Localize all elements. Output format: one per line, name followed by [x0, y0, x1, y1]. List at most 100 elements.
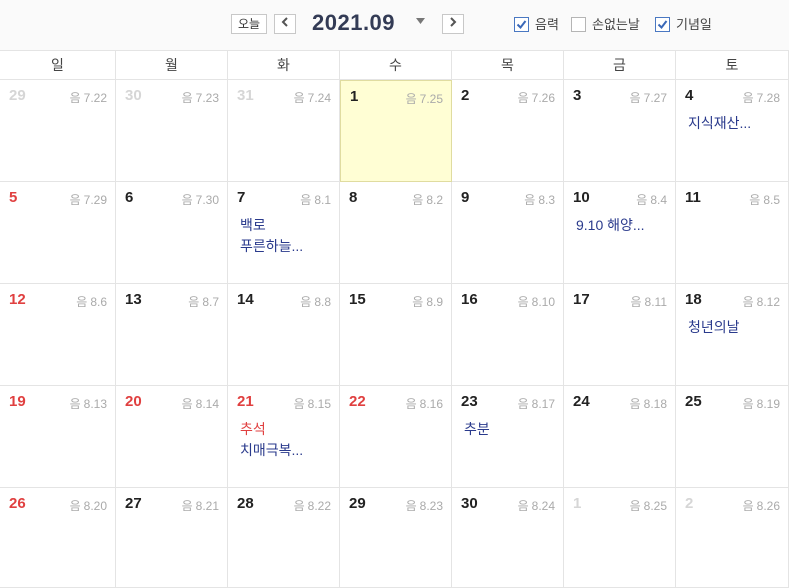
- lunar-date: 음 8.11: [630, 293, 667, 310]
- lunar-date: 음 8.19: [743, 395, 780, 412]
- day-cell[interactable]: 4 음 7.28 지식재산...: [676, 80, 789, 182]
- lunar-prefix: 음: [76, 295, 88, 309]
- today-button[interactable]: 오늘: [231, 14, 267, 34]
- lunar-prefix: 음: [293, 91, 305, 105]
- lunar-value: 8.17: [531, 397, 555, 411]
- weekday-wed: 수: [340, 51, 452, 79]
- weekday-sat: 토: [676, 51, 789, 79]
- day-cell[interactable]: 17 음 8.11: [564, 284, 676, 386]
- day-cell[interactable]: 27 음 8.21: [116, 488, 228, 588]
- day-cell[interactable]: 21 음 8.15 추석 치매극복...: [228, 386, 340, 488]
- lunar-value: 8.9: [426, 295, 443, 309]
- option-anniversary[interactable]: 기념일: [655, 17, 725, 35]
- day-cell[interactable]: 28 음 8.22: [228, 488, 340, 588]
- day-cell[interactable]: 14 음 8.8: [228, 284, 340, 386]
- anniversary-checkbox[interactable]: [655, 17, 670, 32]
- lunar-date: 음 8.22: [294, 497, 331, 514]
- day-cell[interactable]: 6 음 7.30: [116, 182, 228, 284]
- calendar-event[interactable]: 지식재산...: [688, 113, 751, 133]
- day-number: 2: [685, 495, 694, 512]
- day-cell[interactable]: 8 음 8.2: [340, 182, 452, 284]
- day-cell[interactable]: 1 음 8.25: [564, 488, 676, 588]
- calendar-toolbar: 오늘 2021.09 음력 손없는날 기념일: [0, 0, 789, 51]
- lunar-value: 7.25: [419, 92, 443, 106]
- day-cell[interactable]: 10 음 8.4 9.10 해양...: [564, 182, 676, 284]
- day-cell[interactable]: 7 음 8.1 백로 푸른하늘...: [228, 182, 340, 284]
- day-cell[interactable]: 2 음 8.26: [676, 488, 789, 588]
- lunar-value: 8.15: [307, 397, 331, 411]
- day-cell[interactable]: 18 음 8.12 청년의날: [676, 284, 789, 386]
- day-number: 13: [125, 291, 142, 308]
- lunar-date: 음 8.3: [524, 191, 555, 208]
- day-cell[interactable]: 29 음 8.23: [340, 488, 452, 588]
- calendar-event[interactable]: 치매극복...: [240, 440, 303, 460]
- month-title[interactable]: 2021.09: [312, 10, 395, 36]
- lunar-value: 8.12: [756, 295, 780, 309]
- lunar-value: 8.18: [643, 397, 667, 411]
- day-cell[interactable]: 16 음 8.10: [452, 284, 564, 386]
- day-number: 1: [350, 88, 359, 105]
- checkmark-icon: [516, 20, 527, 30]
- day-cell[interactable]: 19 음 8.13: [0, 386, 116, 488]
- lunar-value: 8.20: [83, 499, 107, 513]
- option-no-son-day[interactable]: 손없는날: [571, 17, 651, 35]
- option-lunar[interactable]: 음력: [514, 17, 574, 35]
- lunar-label: 음력: [535, 17, 559, 32]
- day-cell[interactable]: 26 음 8.20: [0, 488, 116, 588]
- day-number: 5: [9, 189, 18, 206]
- day-cell[interactable]: 30 음 7.23: [116, 80, 228, 182]
- calendar-event[interactable]: 푸른하늘...: [240, 236, 303, 256]
- day-cell[interactable]: 15 음 8.9: [340, 284, 452, 386]
- calendar-event[interactable]: 추분: [464, 419, 490, 439]
- day-number: 30: [125, 87, 142, 104]
- day-cell[interactable]: 11 음 8.5: [676, 182, 789, 284]
- lunar-date: 음 7.26: [518, 89, 555, 106]
- day-cell[interactable]: 31 음 7.24: [228, 80, 340, 182]
- lunar-prefix: 음: [405, 397, 417, 411]
- month-grid: 29 음 7.22 30 음 7.23 31 음 7.24 1 음 7.25 2 음 7.26 3 음 7.27 4…: [0, 80, 789, 588]
- day-cell[interactable]: 23 음 8.17 추분: [452, 386, 564, 488]
- next-month-button[interactable]: [442, 14, 464, 34]
- no-son-day-checkbox[interactable]: [571, 17, 586, 32]
- day-cell-today[interactable]: 1 음 7.25: [340, 80, 452, 182]
- day-cell[interactable]: 22 음 8.16: [340, 386, 452, 488]
- lunar-prefix: 음: [181, 499, 193, 513]
- calendar-event[interactable]: 추석: [240, 419, 266, 439]
- calendar-event[interactable]: 청년의날: [688, 317, 740, 337]
- calendar-event[interactable]: 백로: [240, 215, 266, 235]
- lunar-date: 음 8.5: [749, 191, 780, 208]
- day-cell[interactable]: 2 음 7.26: [452, 80, 564, 182]
- lunar-date: 음 8.13: [70, 395, 107, 412]
- day-cell[interactable]: 5 음 7.29: [0, 182, 116, 284]
- day-cell[interactable]: 29 음 7.22: [0, 80, 116, 182]
- lunar-value: 8.10: [531, 295, 555, 309]
- day-cell[interactable]: 12 음 8.6: [0, 284, 116, 386]
- lunar-value: 8.2: [426, 193, 443, 207]
- day-cell[interactable]: 30 음 8.24: [452, 488, 564, 588]
- lunar-value: 7.29: [83, 193, 107, 207]
- prev-month-button[interactable]: [274, 14, 296, 34]
- day-number: 19: [9, 393, 26, 410]
- day-cell[interactable]: 20 음 8.14: [116, 386, 228, 488]
- weekday-mon: 월: [116, 51, 228, 79]
- lunar-prefix: 음: [629, 499, 641, 513]
- day-cell[interactable]: 13 음 8.7: [116, 284, 228, 386]
- day-number: 6: [125, 189, 134, 206]
- lunar-date: 음 8.20: [70, 497, 107, 514]
- day-cell[interactable]: 9 음 8.3: [452, 182, 564, 284]
- lunar-value: 7.24: [307, 91, 331, 105]
- lunar-prefix: 음: [188, 295, 200, 309]
- lunar-prefix: 음: [69, 499, 81, 513]
- lunar-date: 음 8.24: [518, 497, 555, 514]
- day-number: 26: [9, 495, 26, 512]
- lunar-prefix: 음: [629, 91, 641, 105]
- day-cell[interactable]: 24 음 8.18: [564, 386, 676, 488]
- caret-down-icon[interactable]: [416, 16, 425, 27]
- lunar-checkbox[interactable]: [514, 17, 529, 32]
- lunar-prefix: 음: [300, 295, 312, 309]
- day-cell[interactable]: 25 음 8.19: [676, 386, 789, 488]
- lunar-date: 음 8.26: [743, 497, 780, 514]
- calendar-event[interactable]: 9.10 해양...: [576, 215, 645, 235]
- lunar-value: 8.25: [643, 499, 667, 513]
- day-cell[interactable]: 3 음 7.27: [564, 80, 676, 182]
